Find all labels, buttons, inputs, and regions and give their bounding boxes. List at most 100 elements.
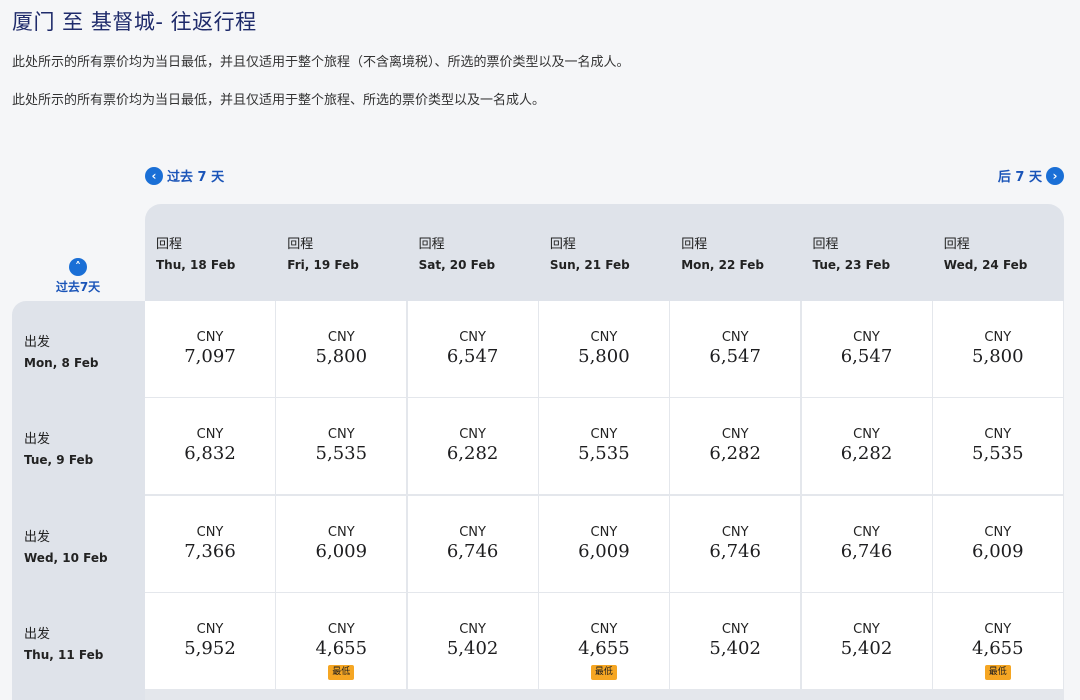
fare-cell[interactable]: CNY 4,655 最低 — [932, 592, 1063, 689]
fare-price: 4,655 — [972, 637, 1024, 659]
return-date: Thu, 18 Feb — [156, 258, 236, 272]
fare-cell[interactable]: CNY 5,800 — [932, 301, 1063, 397]
fare-cell[interactable]: CNY 6,746 — [407, 495, 538, 592]
fare-price: 6,746 — [840, 540, 893, 562]
fare-currency: CNY — [196, 621, 224, 637]
lowest-fare-badge: 最低 — [590, 664, 617, 680]
lowest-fare-badge: 最低 — [328, 664, 355, 680]
fare-cell[interactable]: CNY 6,282 — [670, 398, 801, 495]
fare-cell[interactable]: CNY 6,547 — [407, 301, 538, 397]
fare-currency: CNY — [327, 427, 355, 443]
departure-date-row-header: 出发 Tue, 9 Feb — [24, 398, 144, 495]
chevron-left-icon: ‹ — [145, 166, 163, 185]
fare-price: 5,535 — [972, 443, 1024, 465]
fare-currency: CNY — [459, 621, 486, 637]
fare-cell[interactable]: CNY 6,009 — [932, 495, 1063, 592]
previous-7-days-link[interactable]: ‹ 过去 7 天 — [145, 166, 224, 185]
fare-cell[interactable]: CNY 6,746 — [801, 495, 932, 592]
fare-cell[interactable]: CNY 5,535 — [932, 398, 1063, 495]
fare-cell[interactable]: CNY 7,097 — [145, 301, 275, 397]
departure-date: Wed, 10 Feb — [24, 550, 108, 565]
return-date-column-header: 回程 Wed, 24 Feb — [933, 204, 1064, 301]
chevron-right-icon: › — [1046, 166, 1064, 185]
fare-price: 6,547 — [840, 346, 893, 367]
fare-cell[interactable]: CNY 5,800 — [276, 301, 407, 397]
fare-cell[interactable]: CNY 6,547 — [670, 301, 801, 397]
fare-price: 5,952 — [184, 637, 236, 659]
fare-cell[interactable]: CNY 5,402 — [670, 592, 801, 689]
return-date: Sun, 21 Feb — [549, 258, 630, 272]
fare-currency: CNY — [984, 427, 1012, 443]
departure-label: 出发 — [24, 335, 51, 350]
return-date: Mon, 22 Feb — [681, 258, 764, 272]
fare-price: 6,832 — [184, 443, 236, 465]
return-date-column-header: 回程 Tue, 23 Feb — [802, 204, 933, 301]
previous-week-departure-link[interactable]: ˄ 过去7天 — [12, 258, 144, 295]
fare-currency: CNY — [327, 524, 355, 540]
fare-cell[interactable]: CNY 5,402 — [801, 592, 932, 689]
fare-cell[interactable]: CNY 5,535 — [538, 398, 669, 495]
fare-cell[interactable]: CNY 6,282 — [407, 398, 538, 495]
fare-cell[interactable]: CNY 6,746 — [670, 495, 801, 592]
fare-price: 5,800 — [972, 346, 1024, 367]
return-date: Fri, 19 Feb — [287, 258, 359, 272]
fare-currency: CNY — [196, 524, 224, 540]
return-date: Sat, 20 Feb — [418, 258, 496, 272]
fare-currency: CNY — [853, 427, 880, 443]
fare-cell[interactable]: CNY 4,655 最低 — [538, 592, 669, 689]
fare-currency: CNY — [590, 427, 618, 443]
return-label: 回程 — [943, 237, 970, 252]
fare-price: 6,009 — [578, 540, 630, 562]
fare-price: 7,366 — [184, 540, 236, 562]
next-7-days-link[interactable]: 后 7 天 › — [998, 166, 1064, 185]
fare-currency: CNY — [196, 330, 224, 345]
fare-cell[interactable]: CNY 6,009 — [538, 495, 669, 592]
fare-currency: CNY — [327, 330, 355, 345]
fare-cell[interactable]: CNY 4,655 最低 — [276, 592, 407, 689]
fare-cell[interactable]: CNY 6,547 — [801, 301, 932, 397]
return-date-column-header: 回程 Fri, 19 Feb — [276, 204, 407, 301]
departure-date: Mon, 8 Feb — [24, 356, 99, 370]
fare-currency: CNY — [721, 621, 749, 637]
fare-cell[interactable]: CNY 5,952 — [145, 592, 275, 689]
departure-label: 出发 — [24, 529, 51, 545]
fare-currency: CNY — [590, 330, 618, 345]
return-date-column-header: 回程 Thu, 18 Feb — [145, 204, 276, 301]
fare-price: 4,655 — [315, 637, 368, 659]
fare-cell[interactable]: CNY 6,832 — [145, 398, 275, 495]
return-date-column-header: 回程 Mon, 22 Feb — [670, 204, 801, 301]
fare-price: 5,402 — [840, 637, 893, 659]
fare-price: 7,097 — [184, 346, 236, 367]
fare-cell[interactable]: CNY 5,535 — [276, 398, 407, 495]
previous-7-days-label: 过去 7 天 — [167, 170, 225, 185]
fare-calendar-grid: CNY 7,097 CNY 5,800 CNY 6,547 CNY 5,800 CNY 6,547… — [145, 301, 1064, 700]
page-title: 厦门 至 基督城- 往返行程 — [12, 10, 257, 34]
fare-price: 5,402 — [709, 637, 761, 659]
fare-cell[interactable]: CNY 7,366 — [145, 495, 275, 592]
fare-currency: CNY — [459, 330, 486, 345]
fare-currency: CNY — [721, 524, 749, 540]
fare-price: 6,746 — [446, 540, 499, 562]
fare-cell[interactable]: CNY 6,009 — [276, 495, 407, 592]
fare-cell[interactable]: CNY 6,282 — [801, 398, 932, 495]
fare-price: 6,746 — [709, 540, 761, 562]
lowest-fare-badge: 最低 — [984, 664, 1011, 680]
fare-cell[interactable]: CNY 5,402 — [407, 592, 538, 689]
fare-price: 6,282 — [840, 443, 893, 465]
fare-currency: CNY — [984, 621, 1012, 637]
fare-price: 5,535 — [315, 443, 368, 465]
fare-currency: CNY — [196, 427, 224, 443]
return-label: 回程 — [681, 237, 708, 252]
fare-currency: CNY — [853, 330, 880, 345]
fare-currency: CNY — [984, 330, 1012, 345]
fare-price: 4,655 — [578, 637, 630, 659]
fare-cell[interactable]: CNY 5,800 — [538, 301, 669, 397]
return-date: Wed, 24 Feb — [943, 258, 1028, 272]
departure-label: 出发 — [24, 432, 51, 448]
fare-price: 5,800 — [578, 346, 630, 367]
fare-price: 5,402 — [446, 637, 499, 659]
return-date-column-header: 回程 Sat, 20 Feb — [408, 204, 539, 301]
fare-currency: CNY — [590, 621, 618, 637]
return-label: 回程 — [812, 237, 839, 252]
fare-price: 6,009 — [315, 540, 368, 562]
